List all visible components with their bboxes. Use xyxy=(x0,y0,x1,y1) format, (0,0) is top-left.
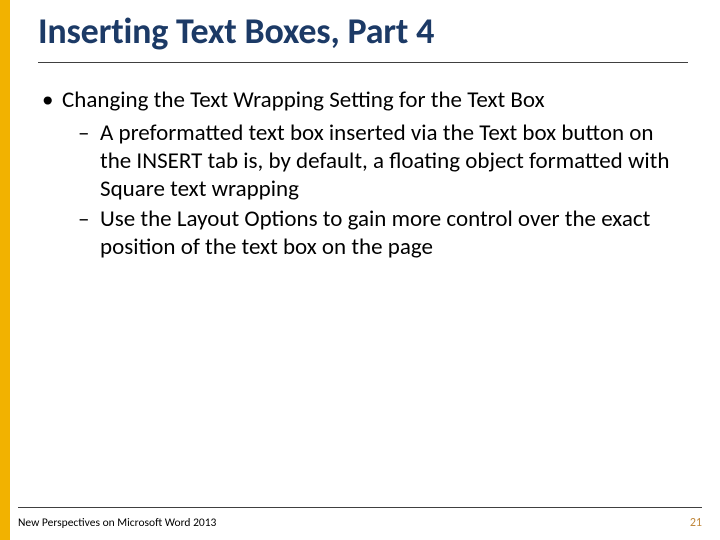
footer-text: New Perspectives on Microsoft Word 2013 xyxy=(18,516,216,530)
bullet-level1: Changing the Text Wrapping Setting for t… xyxy=(38,86,680,115)
page-number: 21 xyxy=(690,516,702,530)
content-area: Changing the Text Wrapping Setting for t… xyxy=(38,86,680,263)
footer-divider xyxy=(18,507,702,508)
slide: Inserting Text Boxes, Part 4 Changing th… xyxy=(0,0,720,540)
slide-title: Inserting Text Boxes, Part 4 xyxy=(38,12,688,52)
title-area: Inserting Text Boxes, Part 4 xyxy=(38,12,688,63)
bullet-level2-item: Use the Layout Options to gain more cont… xyxy=(38,205,680,261)
title-divider xyxy=(38,62,688,63)
accent-bar xyxy=(0,0,10,540)
bullet-level2-item: A preformatted text box inserted via the… xyxy=(38,119,680,203)
